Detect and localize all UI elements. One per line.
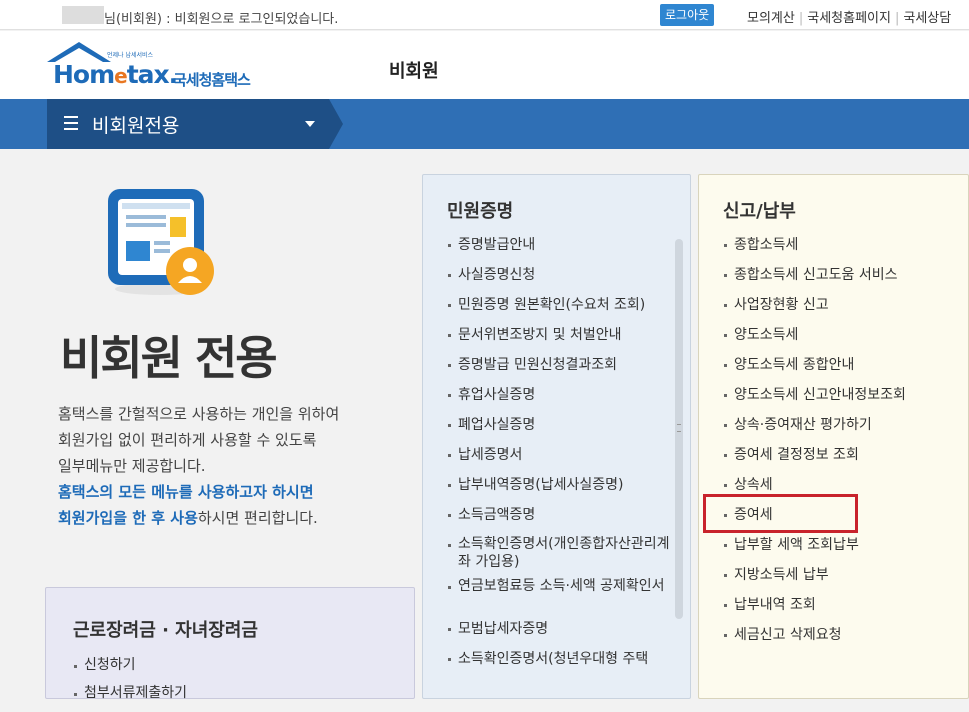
list-item[interactable]: 세금신고 삭제요청 xyxy=(723,625,963,655)
list-item[interactable]: 신청하기 xyxy=(73,656,187,684)
earned-income-incentive-panel: 근로장려금 · 자녀장려금 신청하기 첨부서류제출하기 xyxy=(45,587,415,701)
list-item[interactable]: 사업장현황 신고 xyxy=(723,295,963,325)
list-item[interactable]: 폐업사실증명 xyxy=(447,415,679,445)
list-item[interactable]: 연금보험료등 소득·세액 공제확인서 xyxy=(447,577,679,619)
list-item[interactable]: 종합소득세 xyxy=(723,235,963,265)
list-item[interactable]: 모범납세자증명 xyxy=(447,619,679,649)
logo-brand-text: Hometax. xyxy=(53,60,178,89)
menu-dropdown[interactable]: 비회원전용 xyxy=(47,99,343,149)
list-item[interactable]: 지방소득세 납부 xyxy=(723,565,963,595)
tax-menu-list: 종합소득세 종합소득세 신고도움 서비스 사업장현황 신고 양도소득세 양도소득… xyxy=(723,235,963,655)
logout-button[interactable]: 로그아웃 xyxy=(660,4,715,26)
logo-tagline: 언제나 납세서비스 xyxy=(107,52,154,59)
main-nav-bar: 비회원전용 xyxy=(0,99,969,149)
list-item[interactable]: 소득확인증명서(개인종합자산관리계좌 가입용) xyxy=(447,535,679,577)
site-header: 언제나 납세서비스 Hometax. 국세청홈택스 비회원 xyxy=(0,31,969,99)
labor-menu-list: 신청하기 첨부서류제출하기 xyxy=(73,656,187,712)
civil-petition-panel: 민원증명 증명발급안내 사실증명신청 민원증명 원본확인(수요처 조회) 문서위… xyxy=(422,174,691,699)
list-item[interactable]: 증여세 결정정보 조회 xyxy=(723,445,963,475)
list-item[interactable]: 납세증명서 xyxy=(447,445,679,475)
labor-panel-title: 근로장려금 · 자녀장려금 xyxy=(73,620,258,641)
intro-description: 홈택스를 간헐적으로 사용하는 개인을 위하여 회원가입 없이 편리하게 사용할… xyxy=(58,405,340,527)
list-item[interactable]: 소득금액증명 xyxy=(447,505,679,535)
list-item[interactable]: 납부할 세액 조회납부 xyxy=(723,535,963,565)
logo-korean-text: 국세청홈택스 xyxy=(173,71,251,89)
tax-filing-panel: 신고/납부 종합소득세 종합소득세 신고도움 서비스 사업장현황 신고 양도소득… xyxy=(698,174,969,699)
intro-title: 비회원 전용 xyxy=(60,331,278,385)
tax-panel-title: 신고/납부 xyxy=(723,201,796,222)
top-link-nts-consult[interactable]: 국세상담 xyxy=(903,11,951,26)
document-user-illustration-icon xyxy=(108,189,214,295)
top-link-mock-calc[interactable]: 모의계산 xyxy=(747,11,795,26)
civil-panel-title: 민원증명 xyxy=(447,201,514,222)
hometax-logo[interactable]: 언제나 납세서비스 Hometax. 국세청홈택스 xyxy=(43,40,283,92)
list-item[interactable]: 휴업사실증명 xyxy=(447,385,679,415)
list-item[interactable]: 납부내역증명(납세사실증명) xyxy=(447,475,679,505)
top-links: 모의계산 | 국세청홈페이지 | 국세상담 xyxy=(747,11,952,26)
list-item[interactable]: 납부내역 조회 xyxy=(723,595,963,625)
user-name-redacted xyxy=(62,6,104,24)
highlight-annotation-box xyxy=(703,494,858,533)
civil-panel-scrollbar[interactable] xyxy=(675,239,683,619)
list-item[interactable]: 양도소득세 xyxy=(723,325,963,355)
list-item[interactable]: 상속·증여재산 평가하기 xyxy=(723,415,963,445)
list-item[interactable]: 첨부서류제출하기 xyxy=(73,684,187,712)
hamburger-icon xyxy=(64,116,78,130)
top-link-nts-home[interactable]: 국세청홈페이지 xyxy=(807,11,891,26)
list-item[interactable]: 민원증명 원본확인(수요처 조회) xyxy=(447,295,679,325)
civil-menu-list: 증명발급안내 사실증명신청 민원증명 원본확인(수요처 조회) 문서위변조방지 … xyxy=(447,235,679,679)
list-item[interactable]: 종합소득세 신고도움 서비스 xyxy=(723,265,963,295)
list-item[interactable]: 양도소득세 신고안내정보조회 xyxy=(723,385,963,415)
list-item[interactable]: 문서위변조방지 및 처벌안내 xyxy=(447,325,679,355)
login-status-text: 님(비회원) : 비회원으로 로그인되었습니다. xyxy=(104,12,339,27)
list-item[interactable]: 증명발급안내 xyxy=(447,235,679,265)
menu-label: 비회원전용 xyxy=(92,115,180,137)
list-item[interactable]: 사실증명신청 xyxy=(447,265,679,295)
list-item[interactable]: 증명발급 민원신청결과조회 xyxy=(447,355,679,385)
caret-down-icon xyxy=(305,121,315,127)
page-title: 비회원 xyxy=(389,61,439,82)
list-item[interactable]: 소득확인증명서(청년우대형 주택 xyxy=(447,649,679,679)
top-utility-bar: 님(비회원) : 비회원으로 로그인되었습니다. 로그아웃 모의계산 | 국세청홈페… xyxy=(0,0,969,30)
list-item[interactable]: 양도소득세 종합안내 xyxy=(723,355,963,385)
